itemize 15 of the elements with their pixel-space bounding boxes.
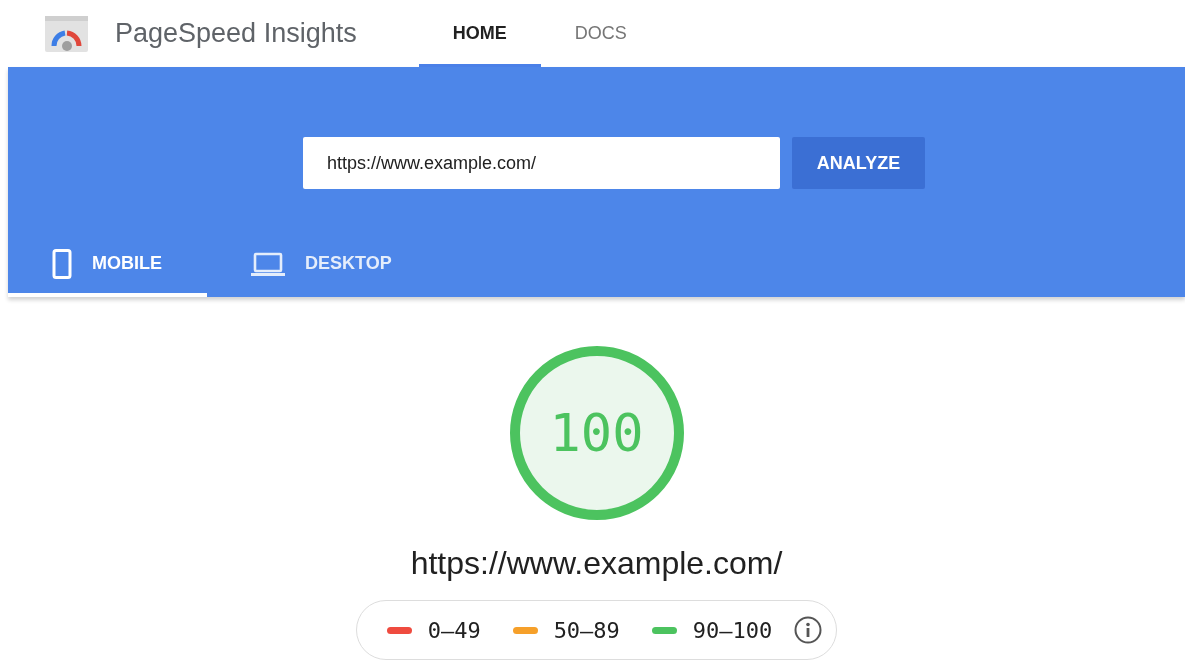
info-icon[interactable] <box>794 616 823 644</box>
range-label: 0–49 <box>427 617 481 643</box>
device-tab[interactable]: MOBILE <box>8 230 207 297</box>
app-title: PageSpeed Insights <box>115 18 357 49</box>
gauge-logo-icon <box>45 15 88 52</box>
laptop-icon <box>251 251 285 276</box>
phone-icon <box>52 248 72 279</box>
nav-tab[interactable]: DOCS <box>540 0 661 67</box>
range-label: 90–100 <box>692 617 773 643</box>
range-label: 50–89 <box>553 617 620 643</box>
tested-url: https://www.example.com/ <box>410 545 783 582</box>
score-value: 100 <box>549 407 644 459</box>
url-input-field[interactable]: https://www.example.com/ <box>303 137 780 189</box>
device-tab[interactable]: DESKTOP <box>207 230 430 297</box>
analyze-button[interactable]: ANALYZE <box>792 137 925 189</box>
